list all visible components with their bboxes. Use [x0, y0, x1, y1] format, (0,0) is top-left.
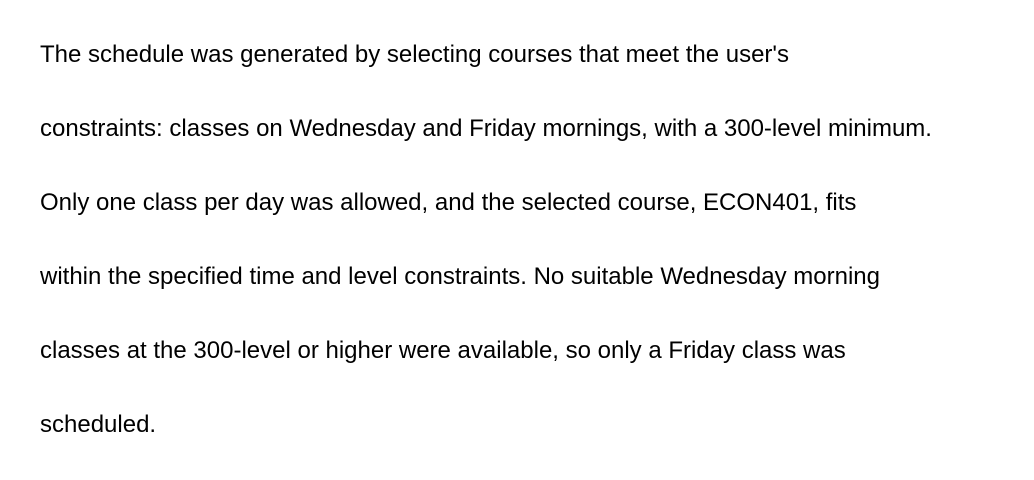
paragraph-line-2: constraints: classes on Wednesday and Fr… — [40, 115, 932, 142]
schedule-explanation-paragraph: The schedule was generated by selecting … — [40, 36, 1025, 480]
paragraph-line-3: Only one class per day was allowed, and … — [40, 189, 857, 216]
paragraph-line-1: The schedule was generated by selecting … — [40, 41, 790, 68]
paragraph-line-5: classes at the 300-level or higher were … — [40, 337, 846, 364]
paragraph-line-4: within the specified time and level cons… — [40, 263, 880, 290]
